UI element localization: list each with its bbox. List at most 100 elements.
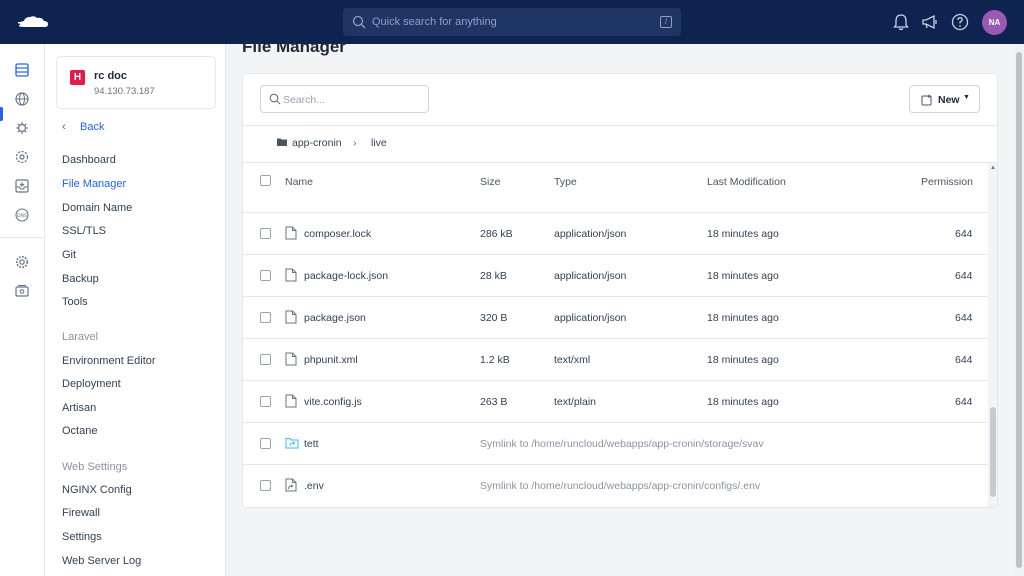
column-header-type[interactable]: Type — [554, 176, 577, 188]
user-avatar[interactable]: NA — [982, 10, 1007, 35]
file-type: application/json — [554, 312, 627, 324]
table-row[interactable]: vite.config.js 263 B text/plain 18 minut… — [243, 381, 988, 423]
file-size: 263 B — [480, 396, 508, 408]
symlink-name[interactable]: tett — [304, 438, 319, 450]
file-name[interactable]: package.json — [304, 312, 366, 324]
page-scrollbar-thumb[interactable] — [1016, 52, 1022, 568]
column-header-permission[interactable]: Permission — [921, 176, 973, 188]
sidebar-item-nginx-config[interactable]: NGINX Config — [62, 484, 132, 496]
row-checkbox[interactable] — [260, 480, 271, 491]
file-type: application/json — [554, 270, 627, 282]
sidebar-item-deployment[interactable]: Deployment — [62, 378, 121, 390]
runcloud-logo-icon[interactable] — [18, 13, 50, 31]
table-scrollbar-thumb[interactable] — [990, 407, 996, 497]
row-checkbox[interactable] — [260, 438, 271, 449]
sidebar-item-firewall[interactable]: Firewall — [62, 507, 100, 519]
file-modified: 18 minutes ago — [707, 312, 779, 324]
file-type: application/json — [554, 228, 627, 240]
search-icon — [269, 93, 281, 105]
sidebar-item-octane[interactable]: Octane — [62, 425, 97, 437]
sidebar: H rc doc 94.130.73.187 ‹ Back Dashboard F… — [45, 44, 226, 576]
file-icon — [285, 394, 297, 408]
sidebar-item-ssl-tls[interactable]: SSL/TLS — [62, 225, 106, 237]
file-name[interactable]: composer.lock — [304, 228, 371, 240]
new-button[interactable]: New ▼ — [909, 85, 980, 113]
server-card[interactable]: H rc doc 94.130.73.187 — [56, 56, 216, 109]
rail-divider — [0, 237, 44, 238]
sidebar-item-file-manager[interactable]: File Manager — [62, 178, 126, 190]
file-name[interactable]: vite.config.js — [304, 396, 362, 408]
gear-icon[interactable] — [15, 255, 29, 269]
table-row-symlink[interactable]: tett Symlink to /home/runcloud/webapps/a… — [243, 423, 988, 465]
megaphone-icon[interactable] — [921, 13, 939, 31]
bug-icon[interactable] — [15, 121, 29, 135]
sidebar-section-web-settings: Web Settings — [62, 461, 128, 473]
billing-icon[interactable] — [15, 284, 29, 298]
dns-icon[interactable]: DNS — [15, 208, 29, 222]
table-row[interactable]: composer.lock 286 kB application/json 18… — [243, 213, 988, 255]
sidebar-item-web-server-log[interactable]: Web Server Log — [62, 555, 141, 567]
back-link[interactable]: ‹ Back — [62, 121, 104, 133]
sidebar-item-domain-name[interactable]: Domain Name — [62, 202, 132, 214]
file-permission: 644 — [955, 354, 973, 366]
new-file-icon — [921, 94, 932, 106]
inbox-icon[interactable] — [15, 179, 29, 193]
servers-icon[interactable] — [15, 63, 29, 77]
row-checkbox[interactable] — [260, 228, 271, 239]
scroll-up-arrow-icon[interactable]: ▲ — [990, 165, 996, 171]
main-content: File Manager Search... New ▼ app-cronin — [226, 37, 1014, 576]
file-modified: 18 minutes ago — [707, 354, 779, 366]
row-checkbox[interactable] — [260, 312, 271, 323]
top-bar: Quick search for anything / NA — [0, 0, 1024, 44]
table-row-symlink[interactable]: .env Symlink to /home/runcloud/webapps/a… — [243, 465, 988, 507]
file-search-placeholder: Search... — [283, 94, 326, 106]
bell-icon[interactable] — [892, 13, 910, 31]
chevron-right-icon: › — [353, 137, 357, 149]
settings-group-icon[interactable] — [15, 150, 29, 164]
file-search-input[interactable]: Search... — [260, 85, 429, 113]
breadcrumb-item[interactable]: app-cronin — [292, 137, 342, 149]
column-header-name[interactable]: Name — [285, 176, 313, 188]
symlink-name[interactable]: .env — [304, 480, 324, 492]
row-checkbox[interactable] — [260, 396, 271, 407]
table-row[interactable]: phpunit.xml 1.2 kB text/xml 18 minutes a… — [243, 339, 988, 381]
file-icon — [285, 226, 297, 240]
sidebar-item-settings[interactable]: Settings — [62, 531, 102, 543]
file-type: text/xml — [554, 354, 591, 366]
sidebar-item-artisan[interactable]: Artisan — [62, 402, 96, 414]
file-permission: 644 — [955, 312, 973, 324]
globe-icon[interactable] — [15, 92, 29, 106]
chevron-down-icon: ▼ — [963, 94, 970, 101]
sidebar-item-git[interactable]: Git — [62, 249, 76, 261]
sidebar-item-dashboard[interactable]: Dashboard — [62, 154, 116, 166]
file-icon — [285, 310, 297, 324]
new-button-label: New — [938, 94, 960, 106]
table-row[interactable]: package-lock.json 28 kB application/json… — [243, 255, 988, 297]
rail-active-indicator — [0, 107, 3, 121]
svg-text:DNS: DNS — [17, 213, 27, 219]
column-header-last-modification[interactable]: Last Modification — [707, 176, 786, 188]
help-icon[interactable] — [951, 13, 969, 31]
table-header: Name Size Type Last Modification Permiss… — [243, 163, 988, 203]
sidebar-item-backup[interactable]: Backup — [62, 273, 99, 285]
table-scrollbar[interactable]: ▲ — [988, 163, 997, 507]
select-all-checkbox[interactable] — [260, 175, 271, 186]
page-scrollbar[interactable] — [1014, 44, 1024, 576]
file-name[interactable]: package-lock.json — [304, 270, 388, 282]
row-checkbox[interactable] — [260, 354, 271, 365]
breadcrumb-current[interactable]: live — [371, 137, 387, 149]
sidebar-item-tools[interactable]: Tools — [62, 296, 88, 308]
global-search-input[interactable]: Quick search for anything / — [343, 8, 681, 36]
search-shortcut-hint: / — [660, 16, 672, 28]
column-header-size[interactable]: Size — [480, 176, 500, 188]
sidebar-section-laravel: Laravel — [62, 331, 99, 343]
search-icon — [352, 15, 366, 29]
server-provider-icon: H — [70, 70, 85, 85]
table-row[interactable]: package.json 320 B application/json 18 m… — [243, 297, 988, 339]
row-checkbox[interactable] — [260, 270, 271, 281]
sidebar-item-environment-editor[interactable]: Environment Editor — [62, 355, 156, 367]
file-modified: 18 minutes ago — [707, 396, 779, 408]
file-name[interactable]: phpunit.xml — [304, 354, 358, 366]
file-size: 1.2 kB — [480, 354, 510, 366]
file-symlink-icon — [285, 478, 297, 492]
